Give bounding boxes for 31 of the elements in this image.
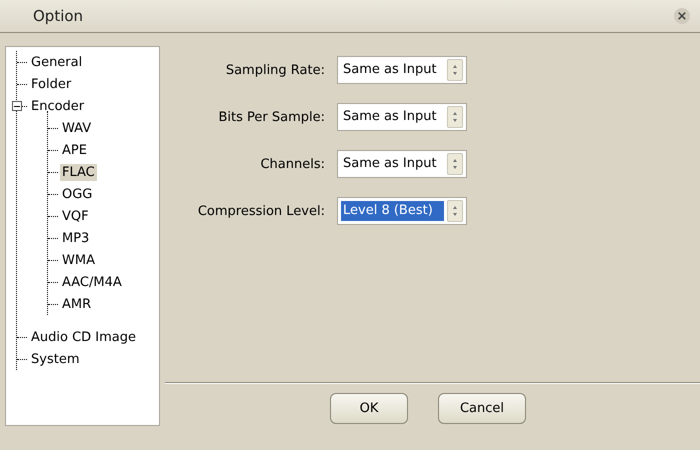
tree-item[interactable]: WAV — [60, 120, 94, 136]
tree-item[interactable]: FLAC — [60, 164, 97, 180]
tree-item[interactable]: MP3 — [60, 230, 92, 246]
dropdown[interactable]: Level 8 (Best) — [337, 197, 467, 225]
setting-label: Channels: — [259, 156, 325, 172]
setting-label: Sampling Rate: — [224, 62, 325, 78]
tree-item[interactable]: AMR — [60, 296, 94, 312]
tree-item[interactable]: APE — [60, 142, 89, 158]
dropdown[interactable]: Same as Input — [337, 56, 467, 84]
tree-item[interactable]: Encoder — [29, 98, 86, 114]
setting-label: Bits Per Sample: — [217, 110, 325, 124]
tree-item[interactable]: OGG — [60, 186, 94, 202]
spinner-icon[interactable] — [447, 153, 463, 175]
setting-label: Compression Level: — [196, 204, 325, 218]
tree-item[interactable]: Audio CD Image — [29, 328, 138, 346]
tree-item[interactable]: General — [29, 54, 84, 70]
tree-item[interactable]: System — [29, 350, 82, 368]
spinner-icon[interactable] — [447, 106, 463, 128]
dropdown[interactable]: Same as Input — [337, 150, 467, 178]
spinner-icon[interactable] — [447, 200, 463, 222]
tree-item[interactable]: AAC/M4A — [60, 274, 124, 290]
ok-button[interactable]: OK — [330, 393, 408, 424]
tree-item[interactable]: WMA — [60, 252, 97, 268]
tree-item[interactable]: VQF — [60, 208, 91, 224]
window-title: Option — [33, 7, 84, 25]
dropdown[interactable]: Same as Input — [337, 103, 467, 131]
cancel-button[interactable]: Cancel — [438, 393, 526, 424]
tree-item[interactable]: Folder — [29, 76, 74, 92]
close-icon[interactable]: × — [674, 8, 690, 24]
collapse-icon[interactable] — [12, 101, 22, 111]
spinner-icon[interactable] — [447, 59, 463, 81]
